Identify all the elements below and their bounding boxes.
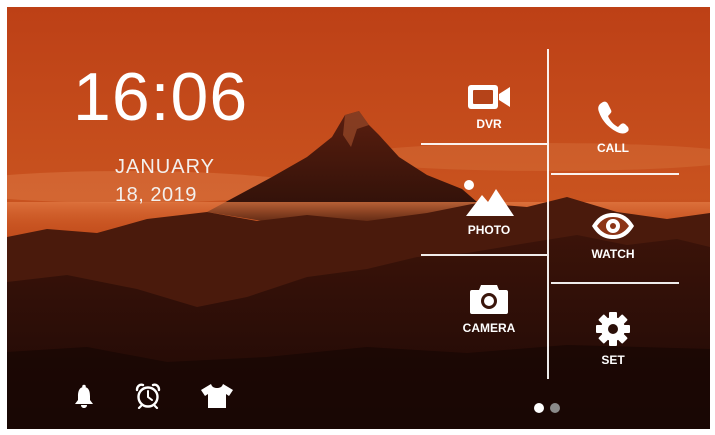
- dvr-tile[interactable]: DVR: [459, 83, 519, 131]
- video-camera-icon: [468, 85, 510, 109]
- menu-divider-vertical: [547, 49, 549, 379]
- menu-divider: [421, 143, 547, 145]
- menu-divider: [551, 173, 679, 175]
- call-label: CALL: [597, 141, 629, 155]
- home-screen: 16:06 JANUARY 18, 2019 DVR CALL PHOTO WA…: [7, 7, 710, 429]
- menu-divider: [421, 254, 547, 256]
- bell-button[interactable]: [69, 381, 99, 411]
- theme-button[interactable]: [199, 381, 235, 411]
- photo-label: PHOTO: [467, 223, 511, 237]
- alarm-clock-icon: [135, 383, 161, 409]
- photo-tile[interactable]: PHOTO: [459, 179, 519, 237]
- dvr-label: DVR: [476, 117, 502, 131]
- date-day-year: 18, 2019: [115, 184, 197, 206]
- menu-divider: [551, 282, 679, 284]
- watch-tile[interactable]: WATCH: [583, 211, 643, 261]
- page-indicator-1[interactable]: [534, 403, 544, 413]
- camera-tile[interactable]: CAMERA: [459, 281, 519, 335]
- camera-icon: [470, 285, 508, 314]
- date-month: JANUARY: [115, 156, 215, 178]
- call-tile[interactable]: CALL: [583, 99, 643, 155]
- camera-label: CAMERA: [462, 321, 516, 335]
- gear-icon: [596, 312, 630, 346]
- alarm-button[interactable]: [133, 381, 163, 411]
- page-indicator-2[interactable]: [550, 403, 560, 413]
- eye-icon: [592, 213, 634, 239]
- tshirt-icon: [201, 384, 233, 408]
- bell-icon: [75, 384, 93, 408]
- watch-label: WATCH: [591, 247, 635, 261]
- phone-icon: [598, 101, 629, 134]
- set-label: SET: [601, 353, 625, 367]
- set-tile[interactable]: SET: [583, 311, 643, 367]
- clock-time: 16:06: [73, 59, 249, 135]
- mountain-photo-icon: [464, 180, 514, 216]
